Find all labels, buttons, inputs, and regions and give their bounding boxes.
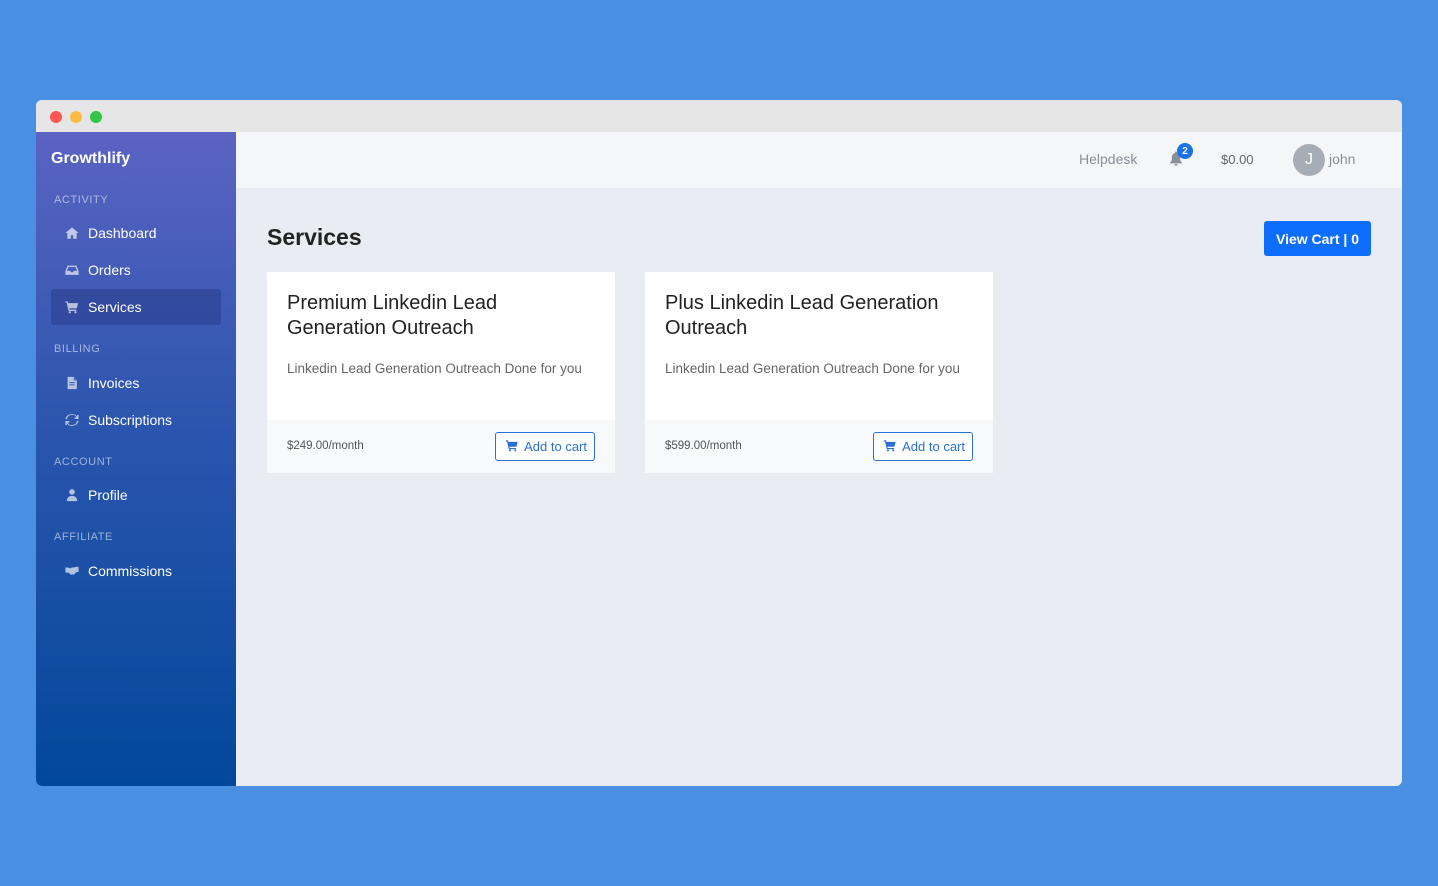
sidebar-item-orders[interactable]: Orders bbox=[51, 252, 221, 288]
notification-count-badge: 2 bbox=[1177, 143, 1193, 159]
service-card-description: Linkedin Lead Generation Outreach Done f… bbox=[287, 361, 582, 376]
view-cart-button[interactable]: View Cart | 0 bbox=[1264, 221, 1371, 256]
sidebar: Growthlify ACTIVITY Dashboard Orders Ser… bbox=[36, 132, 236, 786]
helpdesk-link[interactable]: Helpdesk bbox=[1079, 151, 1137, 167]
window-titlebar bbox=[36, 100, 1402, 132]
sidebar-item-label: Commissions bbox=[88, 563, 173, 579]
refresh-icon bbox=[63, 413, 81, 427]
service-card-footer: $599.00/month Add to cart bbox=[645, 420, 993, 473]
cart-icon bbox=[883, 439, 902, 455]
sidebar-section-activity: ACTIVITY bbox=[54, 194, 109, 206]
maximize-window-button[interactable] bbox=[90, 111, 102, 123]
service-card: Premium Linkedin Lead Generation Outreac… bbox=[267, 272, 615, 473]
app-window: Growthlify ACTIVITY Dashboard Orders Ser… bbox=[36, 100, 1402, 786]
sidebar-section-affiliate: AFFILIATE bbox=[54, 531, 113, 543]
add-to-cart-label: Add to cart bbox=[902, 439, 965, 454]
sidebar-item-label: Services bbox=[88, 299, 142, 315]
sidebar-item-dashboard[interactable]: Dashboard bbox=[51, 215, 221, 251]
sidebar-item-label: Orders bbox=[88, 262, 131, 278]
sidebar-item-subscriptions[interactable]: Subscriptions bbox=[51, 402, 221, 438]
close-window-button[interactable] bbox=[50, 111, 62, 123]
file-icon bbox=[63, 376, 81, 390]
username-menu[interactable]: john bbox=[1329, 151, 1355, 167]
sidebar-item-label: Dashboard bbox=[88, 225, 157, 241]
notifications-button[interactable]: 2 bbox=[1169, 143, 1193, 169]
service-price: $249.00/month bbox=[287, 440, 364, 452]
top-navbar: Helpdesk 2 $0.00 J john bbox=[236, 132, 1402, 188]
sidebar-item-commissions[interactable]: Commissions bbox=[51, 553, 221, 589]
page-title: Services bbox=[267, 224, 362, 250]
service-card-description: Linkedin Lead Generation Outreach Done f… bbox=[665, 361, 960, 376]
user-icon bbox=[63, 488, 81, 502]
add-to-cart-button[interactable]: Add to cart bbox=[495, 432, 595, 461]
service-card-title: Premium Linkedin Lead Generation Outreac… bbox=[287, 292, 498, 339]
sidebar-section-account: ACCOUNT bbox=[54, 456, 113, 468]
handshake-icon bbox=[63, 564, 81, 578]
add-to-cart-button[interactable]: Add to cart bbox=[873, 432, 973, 461]
sidebar-item-label: Invoices bbox=[88, 375, 140, 391]
service-card: Plus Linkedin Lead Generation Outreach L… bbox=[645, 272, 993, 473]
account-balance[interactable]: $0.00 bbox=[1221, 152, 1254, 167]
add-to-cart-label: Add to cart bbox=[524, 439, 587, 454]
service-card-footer: $249.00/month Add to cart bbox=[267, 420, 615, 473]
sidebar-item-profile[interactable]: Profile bbox=[51, 477, 221, 513]
sidebar-item-label: Profile bbox=[88, 487, 128, 503]
sidebar-item-invoices[interactable]: Invoices bbox=[51, 365, 221, 401]
sidebar-item-label: Subscriptions bbox=[88, 412, 173, 428]
service-price: $599.00/month bbox=[665, 440, 742, 452]
avatar[interactable]: J bbox=[1293, 144, 1325, 176]
sidebar-section-billing: BILLING bbox=[54, 343, 101, 355]
home-icon bbox=[63, 226, 81, 240]
inbox-icon bbox=[63, 263, 81, 277]
service-card-title: Plus Linkedin Lead Generation Outreach bbox=[665, 292, 939, 339]
sidebar-item-services[interactable]: Services bbox=[51, 289, 221, 325]
brand-logo[interactable]: Growthlify bbox=[51, 150, 130, 168]
minimize-window-button[interactable] bbox=[70, 111, 82, 123]
cart-icon bbox=[505, 439, 524, 455]
cart-icon bbox=[63, 300, 81, 314]
